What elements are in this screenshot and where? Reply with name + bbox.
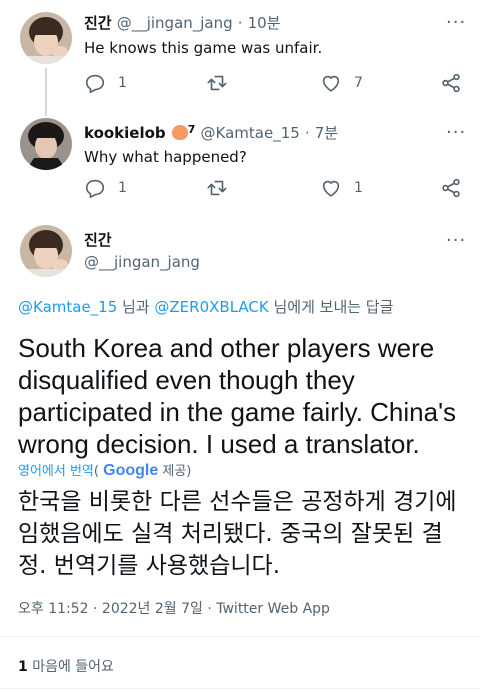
like-count: 7: [354, 75, 363, 91]
share-icon: [442, 73, 460, 93]
like-count: 1: [354, 180, 363, 196]
share-button[interactable]: [440, 72, 462, 94]
display-name[interactable]: 진간: [84, 229, 112, 250]
likes-count: 1: [18, 659, 28, 675]
user-handle[interactable]: @__jingan_jang: [117, 14, 233, 32]
divider: [0, 688, 480, 689]
user-handle[interactable]: @Kamtae_15: [201, 124, 300, 142]
reply-icon: [85, 179, 105, 198]
reply-to-line: @Kamtae_15 님과 @ZER0XBLACK 님에게 보내는 답글: [18, 296, 393, 317]
divider: [0, 636, 480, 637]
provider-suffix: 제공): [158, 464, 192, 479]
more-options-icon[interactable]: ···: [446, 232, 466, 250]
tweet-time[interactable]: 7분: [315, 124, 338, 142]
tweet-time[interactable]: 10분: [248, 14, 281, 32]
translated-text: 한국을 비롯한 다른 선수들은 공정하게 경기에 임했음에도 실격 처리됐다. …: [18, 489, 457, 579]
translation-attribution: 영어에서 번역( Google 제공): [18, 460, 191, 480]
heart-icon: [322, 180, 340, 197]
retweet-icon: [207, 180, 227, 196]
reply-button[interactable]: 1: [84, 72, 127, 94]
retweet-button[interactable]: [206, 177, 228, 199]
avatar[interactable]: [20, 12, 72, 64]
retweet-button[interactable]: [206, 72, 228, 94]
reply-icon: [85, 74, 105, 93]
heart-icon: [322, 75, 340, 92]
share-button[interactable]: [440, 177, 462, 199]
separator-dot: ·: [237, 14, 243, 32]
tweet-text: South Korea and other players were disqu…: [18, 333, 457, 459]
separator-dot: ·: [304, 124, 310, 142]
retweet-icon: [207, 75, 227, 91]
tweet-text: He knows this game was unfair.: [84, 39, 323, 57]
tweet-text: Why what happened?: [84, 148, 247, 166]
google-logo: Google: [103, 462, 159, 479]
like-button[interactable]: 1: [320, 177, 363, 199]
mention-link[interactable]: @ZER0XBLACK: [154, 298, 268, 316]
avatar[interactable]: [20, 225, 72, 277]
likes-label: 마음에 들어요: [27, 659, 114, 675]
tweet-header: kookielob 7 @Kamtae_15 · 7분: [84, 122, 338, 143]
tweet-timestamp[interactable]: 오후 11:52 · 2022년 2월 7일 · Twitter Web App: [18, 598, 330, 618]
paren-open: (: [93, 464, 99, 479]
likes-stat[interactable]: 1 마음에 들어요: [18, 656, 114, 676]
reply-count: 1: [118, 180, 127, 196]
reply-button[interactable]: 1: [84, 177, 127, 199]
avatar[interactable]: [20, 118, 72, 170]
reply-count: 1: [118, 75, 127, 91]
peach-emoji-icon: [171, 125, 188, 140]
tweet-header: 진간 @__jingan_jang · 10분: [84, 12, 281, 33]
mention-link[interactable]: @Kamtae_15: [18, 298, 117, 316]
badge-number: 7: [187, 123, 196, 136]
translated-from-link[interactable]: 영어에서 번역: [18, 464, 94, 479]
share-icon: [442, 178, 460, 198]
thread-line: [45, 68, 47, 116]
reply-to-mid: 님과: [117, 298, 155, 316]
like-button[interactable]: 7: [320, 72, 363, 94]
display-name[interactable]: 진간: [84, 14, 112, 32]
more-options-icon[interactable]: ···: [446, 14, 466, 32]
display-name[interactable]: kookielob: [84, 124, 166, 142]
more-options-icon[interactable]: ···: [446, 124, 466, 142]
user-handle[interactable]: @__jingan_jang: [84, 253, 200, 271]
reply-to-suffix: 님에게 보내는 답글: [268, 298, 394, 316]
